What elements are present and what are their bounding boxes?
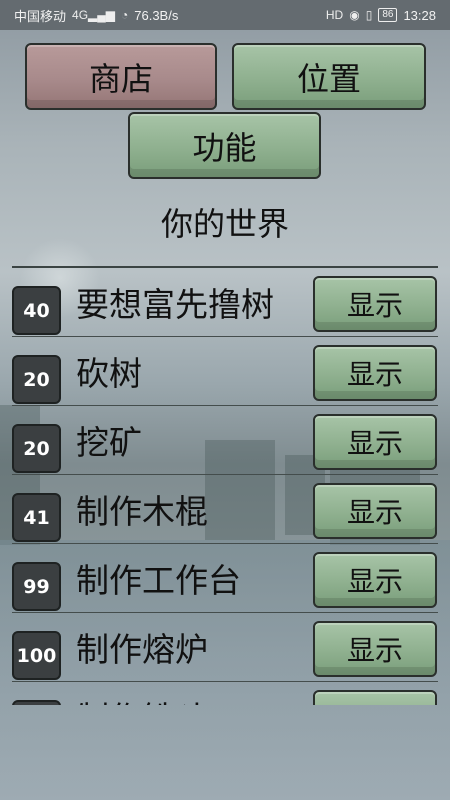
signal-icon: 4G▂▄▆ <box>72 8 115 22</box>
show-button[interactable]: 显示 <box>313 345 437 401</box>
show-button[interactable]: 显示 <box>313 621 437 677</box>
level-badge: 99 <box>12 562 61 611</box>
hd-icon: HD <box>325 8 344 22</box>
level-badge <box>12 700 61 705</box>
level-badge: 100 <box>12 631 61 680</box>
vibrate-icon: ▯ <box>365 8 373 22</box>
list-item: 99 制作工作台 显示 <box>0 544 450 613</box>
show-button[interactable]: 显示 <box>313 414 437 470</box>
task-name: 制作木棍 <box>76 492 208 531</box>
task-list[interactable]: 40 要想富先撸树 显示 20 砍树 显示 20 挖矿 显示 41 制作木棍 显… <box>0 268 450 705</box>
shop-button[interactable]: 商店 <box>25 43 217 110</box>
section-title: 你的世界 <box>160 205 289 243</box>
level-badge: 40 <box>12 286 61 335</box>
task-name: 制作熔炉 <box>76 630 208 669</box>
task-name: 挖矿 <box>76 423 142 462</box>
list-item: 40 要想富先撸树 显示 <box>0 268 450 337</box>
level-badge: 20 <box>12 424 61 473</box>
level-badge: 20 <box>12 355 61 404</box>
list-item: 制作铁斗 显示 <box>0 682 450 705</box>
carrier-label: 中国移动 <box>14 8 67 24</box>
show-button[interactable]: 显示 <box>313 690 437 705</box>
clock: 13:28 <box>403 7 436 23</box>
status-bar: 中国移动 4G▂▄▆ ◔ 76.3B/s HD ◉ ▯ 86 13:28 <box>0 0 450 30</box>
eye-icon: ◉ <box>349 8 360 22</box>
list-item: 100 制作熔炉 显示 <box>0 613 450 682</box>
list-item: 20 砍树 显示 <box>0 337 450 406</box>
task-name: 砍树 <box>76 354 142 393</box>
function-button[interactable]: 功能 <box>128 112 321 179</box>
wifi-icon: ◔ <box>121 8 129 22</box>
level-badge: 41 <box>12 493 61 542</box>
task-name: 制作铁斗 <box>76 692 208 705</box>
task-name: 要想富先撸树 <box>76 285 274 324</box>
list-item: 41 制作木棍 显示 <box>0 475 450 544</box>
battery-icon: 86 <box>378 8 398 22</box>
network-speed: 76.3B/s <box>134 7 179 23</box>
show-button[interactable]: 显示 <box>313 276 437 332</box>
position-button[interactable]: 位置 <box>232 43 426 110</box>
show-button[interactable]: 显示 <box>313 483 437 539</box>
list-item: 20 挖矿 显示 <box>0 406 450 475</box>
show-button[interactable]: 显示 <box>313 552 437 608</box>
task-name: 制作工作台 <box>76 561 241 600</box>
